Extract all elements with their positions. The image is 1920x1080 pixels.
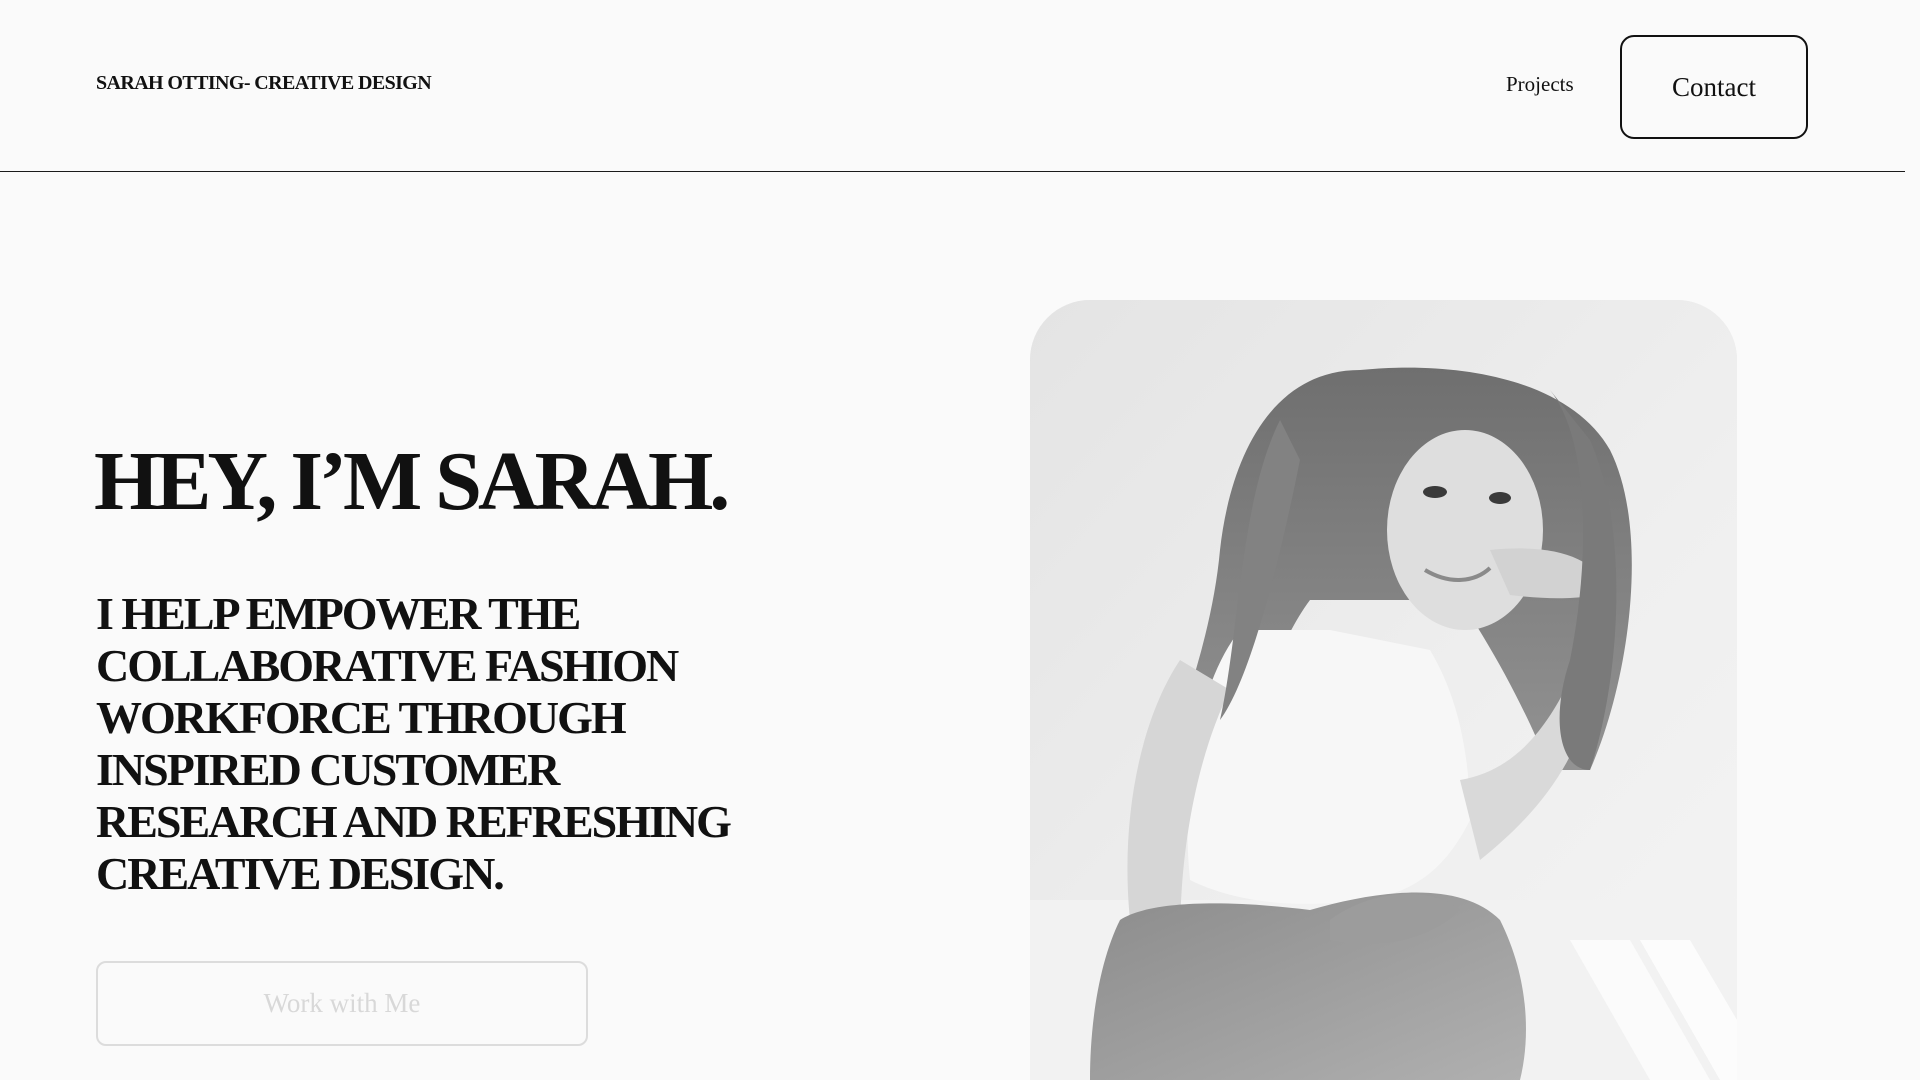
- hero-subtitle: I HELP EMPOWER THE COLLABORATIVE FASHION…: [96, 588, 732, 899]
- portrait-image: [1030, 300, 1737, 1080]
- page: SARAH OTTING- CREATIVE DESIGN Projects C…: [0, 0, 1905, 1080]
- site-brand[interactable]: SARAH OTTING- CREATIVE DESIGN: [96, 72, 432, 95]
- work-with-me-button[interactable]: Work with Me: [96, 961, 588, 1046]
- hero-title: HEY, I’M SARAH.: [94, 435, 730, 528]
- contact-button[interactable]: Contact: [1620, 35, 1808, 139]
- site-header: SARAH OTTING- CREATIVE DESIGN Projects C…: [0, 0, 1905, 172]
- nav-link-projects[interactable]: Projects: [1506, 72, 1574, 97]
- portrait-photo-icon: [1030, 300, 1737, 1080]
